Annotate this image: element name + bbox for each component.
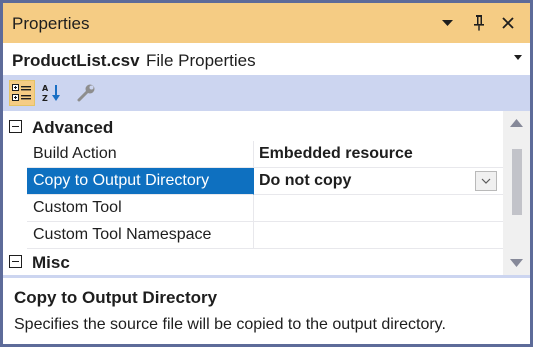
- description-text: Specifies the source file will be copied…: [14, 316, 446, 333]
- property-name: Custom Tool: [27, 195, 254, 222]
- value-dropdown-button[interactable]: [475, 171, 497, 191]
- property-name: Custom Tool Namespace: [27, 222, 254, 249]
- scroll-thumb[interactable]: [512, 149, 522, 215]
- property-grid: Advanced Build Action Embedded resource …: [3, 111, 503, 275]
- title-bar[interactable]: Properties: [3, 3, 530, 43]
- property-value[interactable]: [254, 222, 503, 249]
- properties-toolbar: A Z: [3, 75, 530, 111]
- category-misc[interactable]: Misc: [3, 249, 503, 275]
- categorized-icon: [12, 84, 31, 101]
- scroll-up-icon[interactable]: [510, 119, 523, 127]
- object-selector[interactable]: ProductList.csv File Properties: [3, 43, 530, 75]
- property-row-custom-tool-namespace[interactable]: Custom Tool Namespace: [3, 222, 503, 249]
- close-icon: [502, 17, 514, 29]
- categorized-button[interactable]: [9, 80, 35, 106]
- svg-text:A: A: [42, 84, 49, 93]
- window-title: Properties: [12, 14, 90, 33]
- description-title: Copy to Output Directory: [14, 288, 218, 307]
- property-pages-button[interactable]: [73, 80, 99, 106]
- category-label: Advanced: [32, 118, 114, 137]
- sort-alphabetical-icon: A Z: [42, 84, 60, 103]
- property-value[interactable]: [254, 195, 503, 222]
- property-value[interactable]: Embedded resource: [254, 141, 503, 168]
- chevron-down-icon: [481, 178, 491, 184]
- tool-window-frame: Properties ProductList.csv File Properti…: [0, 0, 533, 347]
- category-advanced[interactable]: Advanced: [3, 114, 503, 140]
- description-pane: Copy to Output Directory Specifies the s…: [3, 278, 530, 344]
- property-row-build-action[interactable]: Build Action Embedded resource: [3, 141, 503, 168]
- collapse-icon[interactable]: [9, 120, 22, 133]
- pin-icon: [474, 15, 484, 31]
- wrench-icon: [77, 84, 95, 102]
- vertical-scrollbar[interactable]: [503, 111, 530, 275]
- collapse-icon[interactable]: [9, 255, 22, 268]
- property-name: Copy to Output Directory: [27, 168, 254, 195]
- object-name: ProductList.csv: [12, 51, 140, 70]
- property-row-custom-tool[interactable]: Custom Tool: [3, 195, 503, 222]
- triangle-down-icon[interactable]: [514, 55, 522, 60]
- scroll-down-icon[interactable]: [510, 259, 523, 267]
- alphabetical-button[interactable]: A Z: [39, 80, 65, 106]
- window-options-button[interactable]: [435, 9, 459, 37]
- svg-text:Z: Z: [42, 94, 48, 103]
- property-row-copy-to-output[interactable]: Copy to Output Directory Do not copy: [3, 168, 503, 195]
- category-label: Misc: [32, 253, 70, 272]
- properties-window: Properties ProductList.csv File Properti…: [3, 3, 530, 344]
- pin-button[interactable]: [467, 9, 491, 37]
- object-type: File Properties: [146, 51, 256, 70]
- property-value-text: Do not copy: [259, 172, 352, 189]
- property-name: Build Action: [27, 141, 254, 168]
- triangle-down-icon: [441, 19, 453, 26]
- close-button[interactable]: [496, 9, 520, 37]
- property-value[interactable]: Do not copy: [254, 168, 503, 195]
